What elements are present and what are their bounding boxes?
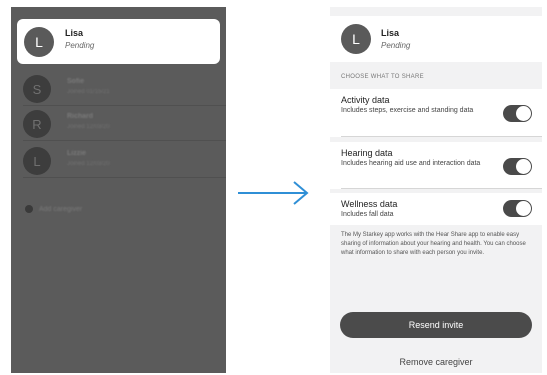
divider [23,140,226,141]
caregiver-name: Sofie [67,78,85,85]
toggle-knob [516,201,531,216]
caregiver-name: Lisa [65,28,84,38]
joined-date: Joined 12/03/20 [67,161,110,167]
list-item[interactable]: L Lizzie Joined 12/03/20 [11,144,226,178]
divider [341,136,542,137]
selected-caregiver-card[interactable]: L Lisa Pending [17,19,220,64]
toggle-knob [516,159,531,174]
share-option-wellness: Wellness data Includes fall data [330,193,542,225]
option-title: Wellness data [341,199,398,209]
wellness-toggle[interactable] [503,200,532,217]
caregiver-name: Lizzie [67,150,87,157]
caregiver-detail-screen: L Lisa Pending CHOOSE WHAT TO SHARE Acti… [330,7,542,373]
divider [23,177,226,178]
toggle-knob [516,106,531,121]
hearing-toggle[interactable] [503,158,532,175]
arrow-right-icon [238,181,309,205]
caregiver-list-screen: L Lisa Pending S Sofie Joined 01/15/21 R… [11,7,226,373]
remove-caregiver-link[interactable]: Remove caregiver [330,357,542,367]
caregiver-status: Pending [65,41,95,50]
avatar: L [341,24,371,54]
joined-date: Joined 01/15/21 [67,89,110,95]
caregiver-name: Richard [67,113,94,120]
avatar: S [23,75,51,103]
option-description: Includes fall data [341,211,394,218]
add-caregiver-button[interactable]: Add caregiver [25,205,82,213]
plus-icon [25,205,33,213]
divider [23,105,226,106]
option-description: Includes steps, exercise and standing da… [341,107,474,114]
divider [341,188,542,189]
section-header: CHOOSE WHAT TO SHARE [341,74,424,80]
caregiver-status: Pending [381,41,411,50]
list-item[interactable]: R Richard Joined 12/03/20 [11,107,226,141]
avatar: L [23,147,51,175]
share-option-hearing: Hearing data Includes hearing aid use an… [330,142,542,189]
option-title: Hearing data [341,148,393,158]
caregiver-name: Lisa [381,28,400,38]
info-text: The My Starkey app works with the Hear S… [341,232,526,256]
add-caregiver-label: Add caregiver [39,205,83,213]
option-description: Includes hearing aid use and interaction… [341,160,481,167]
activity-toggle[interactable] [503,105,532,122]
caregiver-header: L Lisa Pending [330,16,542,62]
list-item[interactable]: S Sofie Joined 01/15/21 [11,72,226,106]
avatar: L [24,27,54,57]
option-title: Activity data [341,95,390,105]
avatar: R [23,110,51,138]
share-option-activity: Activity data Includes steps, exercise a… [330,89,542,137]
joined-date: Joined 12/03/20 [67,124,110,130]
resend-invite-button[interactable]: Resend invite [340,312,532,338]
